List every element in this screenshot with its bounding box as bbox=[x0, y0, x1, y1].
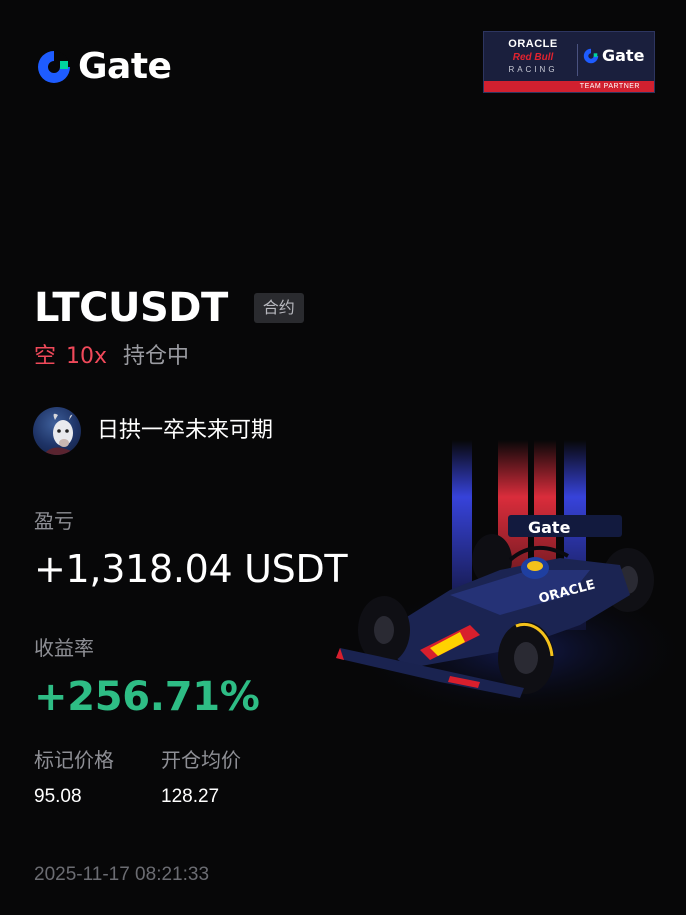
user-info: 日拱一卒未来可期 bbox=[33, 407, 273, 455]
gate-logo-icon bbox=[38, 51, 70, 83]
mark-price-block: 标记价格 95.08 bbox=[34, 745, 114, 810]
rear-wing-sponsor: Gate bbox=[528, 518, 571, 537]
entry-price-label: 开仓均价 bbox=[161, 748, 241, 772]
redbull-racing-logo: ORACLE Red Bull RACING bbox=[492, 38, 574, 75]
position-side: 空 bbox=[34, 344, 57, 369]
position-status: 持仓中 bbox=[123, 344, 190, 369]
badge-gate-text: Gate bbox=[602, 46, 645, 65]
team-partner-badge: ORACLE Red Bull RACING Gate TEAM PARTNER bbox=[483, 31, 655, 93]
mark-price-value: 95.08 bbox=[34, 786, 82, 807]
gate-logo: Gate bbox=[34, 44, 172, 90]
badge-gate-logo: Gate bbox=[582, 46, 644, 66]
racing-text: RACING bbox=[508, 65, 558, 74]
roi-value: +256.71% bbox=[34, 674, 260, 720]
oracle-text: ORACLE bbox=[508, 38, 558, 50]
gate-small-icon bbox=[583, 48, 599, 64]
pnl-label: 盈亏 bbox=[34, 509, 74, 533]
pnl-value: +1,318.04 USDT bbox=[34, 547, 348, 591]
mark-price-label: 标记价格 bbox=[34, 748, 114, 772]
redbull-text: Red Bull bbox=[512, 52, 554, 63]
contract-type-tag: 合约 bbox=[253, 293, 304, 323]
share-card: Gate ORACLE Red Bull RACING Gate TEAM PA… bbox=[0, 0, 686, 915]
goat-avatar-icon bbox=[33, 407, 81, 455]
username: 日拱一卒未来可期 bbox=[97, 418, 274, 443]
timestamp: 2025-11-17 08:21:33 bbox=[34, 864, 210, 885]
leverage: 10x bbox=[66, 344, 108, 369]
roi-label: 收益率 bbox=[34, 636, 94, 660]
gate-logo-text: Gate bbox=[78, 46, 172, 87]
f1-car-illustration: Gate ORACLE bbox=[336, 440, 686, 720]
pair-symbol: LTCUSDT bbox=[34, 285, 228, 331]
pair-header: LTCUSDT 合约 bbox=[34, 283, 304, 333]
entry-price-block: 开仓均价 128.27 bbox=[161, 745, 241, 810]
team-partner-label: TEAM PARTNER bbox=[484, 81, 654, 92]
badge-divider bbox=[577, 44, 578, 76]
position-info: 空 10x 持仓中 bbox=[34, 340, 189, 374]
entry-price-value: 128.27 bbox=[161, 786, 220, 807]
